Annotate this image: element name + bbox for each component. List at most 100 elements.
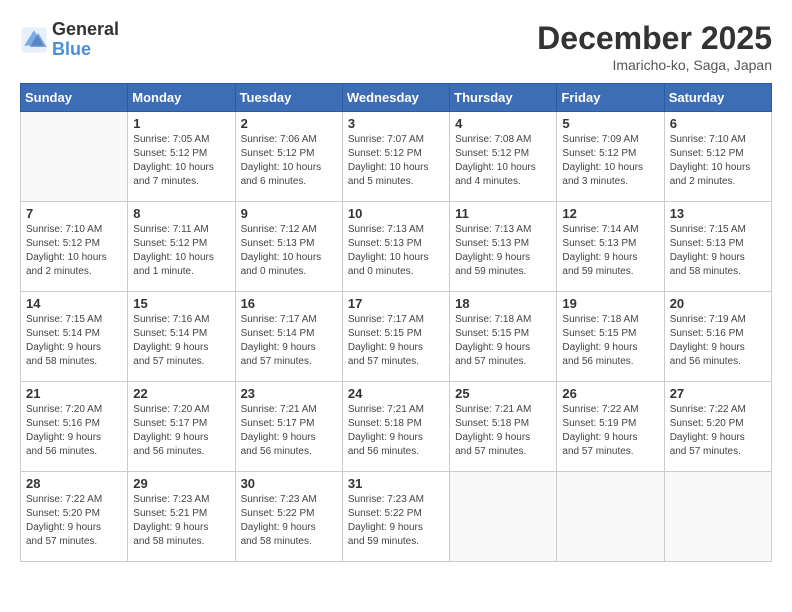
day-number: 17 [348,296,444,311]
day-info: Sunrise: 7:22 AM Sunset: 5:19 PM Dayligh… [562,403,658,459]
day-number: 31 [348,476,444,491]
calendar-week-row: 7 Sunrise: 7:10 AM Sunset: 5:12 PM Daylig… [21,202,772,292]
day-number: 1 [133,116,229,131]
calendar-day-cell [557,472,664,562]
calendar-day-cell: 30 Sunrise: 7:23 AM Sunset: 5:22 PM Dayli… [235,472,342,562]
day-number: 18 [455,296,551,311]
day-info: Sunrise: 7:05 AM Sunset: 5:12 PM Dayligh… [133,133,229,189]
calendar-day-cell: 8Sunrise: 7:11 AM Sunset: 5:12 PM Daylig… [128,202,235,292]
day-info: Sunrise: 7:06 AM Sunset: 5:12 PM Dayligh… [241,133,337,189]
calendar-day-cell: 22 Sunrise: 7:20 AM Sunset: 5:17 PM Dayli… [128,382,235,472]
calendar-day-cell: 2 Sunrise: 7:06 AM Sunset: 5:12 PM Daylig… [235,112,342,202]
calendar-day-cell [664,472,771,562]
calendar-week-row: 14Sunrise: 7:15 AM Sunset: 5:14 PM Dayli… [21,292,772,382]
calendar-header: SundayMondayTuesdayWednesdayThursdayFrid… [21,84,772,112]
calendar-day-cell: 3Sunrise: 7:07 AM Sunset: 5:12 PM Daylig… [342,112,449,202]
weekday-header: Tuesday [235,84,342,112]
day-info: Sunrise: 7:13 AM Sunset: 5:13 PM Dayligh… [455,223,551,279]
calendar-day-cell: 19 Sunrise: 7:18 AM Sunset: 5:15 PM Dayli… [557,292,664,382]
day-info: Sunrise: 7:22 AM Sunset: 5:20 PM Dayligh… [26,493,122,549]
day-info: Sunrise: 7:15 AM Sunset: 5:13 PM Dayligh… [670,223,766,279]
day-number: 21 [26,386,122,401]
calendar-day-cell: 10 Sunrise: 7:13 AM Sunset: 5:13 PM Dayli… [342,202,449,292]
day-number: 20 [670,296,766,311]
day-number: 30 [241,476,337,491]
day-number: 27 [670,386,766,401]
calendar-day-cell: 12Sunrise: 7:14 AM Sunset: 5:13 PM Dayli… [557,202,664,292]
day-info: Sunrise: 7:14 AM Sunset: 5:13 PM Dayligh… [562,223,658,279]
calendar-week-row: 1 Sunrise: 7:05 AM Sunset: 5:12 PM Daylig… [21,112,772,202]
calendar-day-cell: 24Sunrise: 7:21 AM Sunset: 5:18 PM Dayli… [342,382,449,472]
calendar-day-cell: 23 Sunrise: 7:21 AM Sunset: 5:17 PM Dayli… [235,382,342,472]
day-number: 16 [241,296,337,311]
day-number: 28 [26,476,122,491]
day-info: Sunrise: 7:21 AM Sunset: 5:18 PM Dayligh… [348,403,444,459]
day-info: Sunrise: 7:15 AM Sunset: 5:14 PM Dayligh… [26,313,122,369]
day-number: 6 [670,116,766,131]
day-info: Sunrise: 7:10 AM Sunset: 5:12 PM Dayligh… [26,223,122,279]
day-number: 7 [26,206,122,221]
calendar-day-cell: 28 Sunrise: 7:22 AM Sunset: 5:20 PM Dayli… [21,472,128,562]
day-info: Sunrise: 7:23 AM Sunset: 5:21 PM Dayligh… [133,493,229,549]
weekday-header: Thursday [450,84,557,112]
day-info: Sunrise: 7:13 AM Sunset: 5:13 PM Dayligh… [348,223,444,279]
calendar-week-row: 21Sunrise: 7:20 AM Sunset: 5:16 PM Dayli… [21,382,772,472]
day-info: Sunrise: 7:10 AM Sunset: 5:12 PM Dayligh… [670,133,766,189]
weekday-row: SundayMondayTuesdayWednesdayThursdayFrid… [21,84,772,112]
day-info: Sunrise: 7:21 AM Sunset: 5:17 PM Dayligh… [241,403,337,459]
day-info: Sunrise: 7:21 AM Sunset: 5:18 PM Dayligh… [455,403,551,459]
calendar-day-cell: 14Sunrise: 7:15 AM Sunset: 5:14 PM Dayli… [21,292,128,382]
calendar-day-cell: 16 Sunrise: 7:17 AM Sunset: 5:14 PM Dayli… [235,292,342,382]
day-number: 22 [133,386,229,401]
calendar-day-cell: 27 Sunrise: 7:22 AM Sunset: 5:20 PM Dayli… [664,382,771,472]
day-number: 2 [241,116,337,131]
day-info: Sunrise: 7:09 AM Sunset: 5:12 PM Dayligh… [562,133,658,189]
logo-line2: Blue [52,40,119,60]
day-number: 13 [670,206,766,221]
weekday-header: Wednesday [342,84,449,112]
calendar-day-cell: 7 Sunrise: 7:10 AM Sunset: 5:12 PM Daylig… [21,202,128,292]
calendar-day-cell: 18Sunrise: 7:18 AM Sunset: 5:15 PM Dayli… [450,292,557,382]
day-info: Sunrise: 7:19 AM Sunset: 5:16 PM Dayligh… [670,313,766,369]
day-info: Sunrise: 7:18 AM Sunset: 5:15 PM Dayligh… [562,313,658,369]
day-info: Sunrise: 7:12 AM Sunset: 5:13 PM Dayligh… [241,223,337,279]
calendar-day-cell: 26 Sunrise: 7:22 AM Sunset: 5:19 PM Dayli… [557,382,664,472]
month-year: December 2025 [537,20,772,57]
calendar-day-cell: 1 Sunrise: 7:05 AM Sunset: 5:12 PM Daylig… [128,112,235,202]
calendar-day-cell: 25 Sunrise: 7:21 AM Sunset: 5:18 PM Dayli… [450,382,557,472]
logo-line1: General [52,20,119,40]
day-number: 15 [133,296,229,311]
day-info: Sunrise: 7:23 AM Sunset: 5:22 PM Dayligh… [348,493,444,549]
day-info: Sunrise: 7:08 AM Sunset: 5:12 PM Dayligh… [455,133,551,189]
day-info: Sunrise: 7:11 AM Sunset: 5:12 PM Dayligh… [133,223,229,279]
day-number: 19 [562,296,658,311]
calendar-day-cell: 4Sunrise: 7:08 AM Sunset: 5:12 PM Daylig… [450,112,557,202]
calendar-table: SundayMondayTuesdayWednesdayThursdayFrid… [20,83,772,562]
day-number: 3 [348,116,444,131]
calendar-day-cell: 5Sunrise: 7:09 AM Sunset: 5:12 PM Daylig… [557,112,664,202]
day-number: 25 [455,386,551,401]
day-number: 23 [241,386,337,401]
day-info: Sunrise: 7:17 AM Sunset: 5:15 PM Dayligh… [348,313,444,369]
logo: General Blue [20,20,119,60]
calendar-day-cell: 31 Sunrise: 7:23 AM Sunset: 5:22 PM Dayli… [342,472,449,562]
day-number: 26 [562,386,658,401]
calendar-week-row: 28 Sunrise: 7:22 AM Sunset: 5:20 PM Dayli… [21,472,772,562]
title-section: December 2025 Imaricho-ko, Saga, Japan [537,20,772,73]
header: General Blue December 2025 Imaricho-ko, … [20,20,772,73]
logo-icon [20,26,48,54]
calendar-day-cell: 6 Sunrise: 7:10 AM Sunset: 5:12 PM Daylig… [664,112,771,202]
calendar-day-cell [450,472,557,562]
day-info: Sunrise: 7:20 AM Sunset: 5:17 PM Dayligh… [133,403,229,459]
weekday-header: Saturday [664,84,771,112]
calendar-day-cell [21,112,128,202]
day-number: 10 [348,206,444,221]
calendar-day-cell: 17 Sunrise: 7:17 AM Sunset: 5:15 PM Dayli… [342,292,449,382]
day-info: Sunrise: 7:22 AM Sunset: 5:20 PM Dayligh… [670,403,766,459]
day-info: Sunrise: 7:17 AM Sunset: 5:14 PM Dayligh… [241,313,337,369]
calendar-day-cell: 11Sunrise: 7:13 AM Sunset: 5:13 PM Dayli… [450,202,557,292]
calendar-day-cell: 20 Sunrise: 7:19 AM Sunset: 5:16 PM Dayli… [664,292,771,382]
weekday-header: Monday [128,84,235,112]
calendar-day-cell: 21Sunrise: 7:20 AM Sunset: 5:16 PM Dayli… [21,382,128,472]
day-info: Sunrise: 7:23 AM Sunset: 5:22 PM Dayligh… [241,493,337,549]
